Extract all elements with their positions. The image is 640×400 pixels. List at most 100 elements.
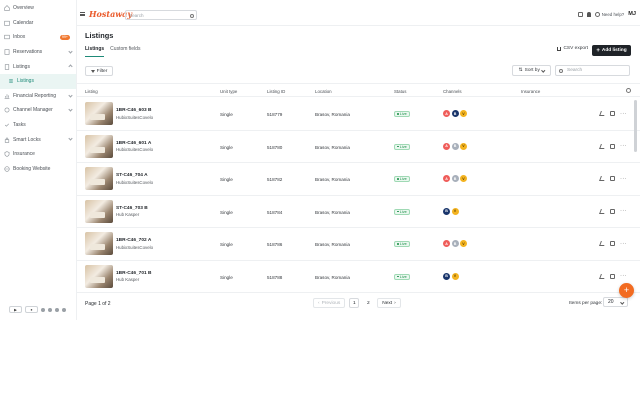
column-header[interactable]: Listing bbox=[85, 89, 98, 94]
column-header[interactable]: Listing ID bbox=[267, 89, 285, 94]
listing-subtitle: Hub Kasper bbox=[116, 212, 140, 217]
calendar-icon[interactable] bbox=[610, 143, 615, 149]
table-row[interactable]: ST-C46_703 B Hub Kasper Single 518784 Br… bbox=[77, 196, 640, 228]
scrollbar[interactable] bbox=[634, 100, 637, 152]
add-listing-button[interactable]: + Add listing bbox=[592, 45, 631, 56]
listing-thumbnail[interactable] bbox=[85, 134, 113, 158]
sidebar-item-booking-website[interactable]: Booking Website bbox=[0, 162, 76, 177]
calendar-icon[interactable] bbox=[610, 176, 615, 181]
calendar-icon[interactable] bbox=[610, 273, 615, 279]
more-icon[interactable]: ··· bbox=[620, 273, 627, 279]
page-1-button[interactable]: 1 bbox=[349, 298, 360, 308]
global-search-input[interactable]: Search bbox=[125, 10, 197, 20]
more-icon[interactable]: ··· bbox=[620, 208, 627, 214]
column-header[interactable]: Unit type bbox=[220, 89, 237, 94]
unit-type: Single bbox=[220, 209, 233, 215]
google-play-button[interactable]: ▶ bbox=[9, 306, 22, 313]
avatar[interactable]: MJ bbox=[628, 11, 636, 17]
facebook-icon[interactable] bbox=[48, 307, 52, 312]
calendar-icon[interactable] bbox=[610, 241, 615, 246]
column-header[interactable]: Insurance bbox=[521, 89, 540, 94]
linkedin-icon[interactable] bbox=[55, 307, 59, 312]
listings-search-input[interactable]: Search bbox=[555, 65, 630, 76]
plus-icon: + bbox=[596, 47, 600, 54]
previous-page-button[interactable]: ‹ Previous bbox=[313, 298, 346, 308]
table-row[interactable]: 1BR-C46_701 B Hub Kasper Single 518788 B… bbox=[77, 261, 640, 293]
sidebar-item-insurance[interactable]: Insurance bbox=[0, 147, 76, 162]
listing-thumbnail[interactable] bbox=[85, 199, 113, 223]
status-dot-icon bbox=[397, 243, 399, 245]
sidebar-item-label: Overview bbox=[13, 5, 34, 12]
csv-export-button[interactable]: CSV export bbox=[557, 46, 588, 51]
items-per-page-select[interactable]: 20 bbox=[603, 297, 628, 307]
filter-button[interactable]: Filter bbox=[85, 66, 113, 76]
edit-icon[interactable] bbox=[599, 111, 606, 116]
sidebar-item-channel-manager[interactable]: Channel Manager bbox=[0, 103, 76, 118]
listing-thumbnail[interactable] bbox=[85, 102, 113, 125]
listing-thumbnail[interactable] bbox=[85, 232, 113, 255]
listing-thumbnail[interactable] bbox=[85, 264, 113, 288]
top-right-actions: Need help? MJ bbox=[578, 11, 636, 17]
listing-name[interactable]: ST-C46_704 A bbox=[116, 173, 148, 178]
help-button[interactable]: Need help? bbox=[595, 11, 624, 17]
listing-name[interactable]: 1BR-C46_603 B bbox=[116, 108, 151, 113]
column-header[interactable]: Location bbox=[315, 89, 332, 94]
tab-custom-fields[interactable]: Custom fields bbox=[110, 46, 140, 57]
app-store-button[interactable]: ● bbox=[25, 306, 38, 313]
sidebar-item-financial-reporting[interactable]: Financial Reporting bbox=[0, 89, 76, 104]
listing-name[interactable]: 1BR-C46_701 B bbox=[116, 271, 151, 276]
table-row[interactable]: 1BR-C46_702 A HubixSuitesCovelo Single 5… bbox=[77, 228, 640, 261]
search-icon bbox=[559, 69, 563, 73]
sidebar-item-listings[interactable]: Listings bbox=[0, 73, 76, 89]
page-2-button[interactable]: 2 bbox=[363, 298, 373, 308]
listing-subtitle: HubixSuitesCovelo bbox=[116, 147, 154, 152]
listing-thumbnail[interactable] bbox=[85, 167, 113, 190]
column-header[interactable]: Channels bbox=[443, 89, 462, 94]
blank-area bbox=[0, 320, 640, 400]
twitter-icon[interactable] bbox=[41, 307, 45, 312]
unit-type: Single bbox=[220, 242, 233, 247]
table-row[interactable]: 1BR-C46_603 B HubixSuitesCovelo Single 5… bbox=[77, 98, 640, 131]
next-page-button[interactable]: Next › bbox=[377, 298, 401, 308]
more-icon[interactable]: ··· bbox=[620, 241, 627, 247]
listing-id: 518780 bbox=[267, 144, 283, 150]
sidebar-item-listings-group[interactable]: Listings bbox=[0, 59, 76, 74]
edit-icon[interactable] bbox=[599, 176, 606, 181]
sidebar-item-overview[interactable]: Overview bbox=[0, 1, 76, 16]
calendar-icon[interactable] bbox=[610, 111, 615, 116]
edit-icon[interactable] bbox=[599, 241, 606, 246]
channel-gray-icon: B bbox=[451, 175, 459, 182]
listing-name[interactable]: 1BR-C46_702 A bbox=[116, 238, 151, 243]
listing-name[interactable]: ST-C46_703 B bbox=[116, 206, 148, 211]
more-icon[interactable]: ··· bbox=[620, 176, 627, 182]
edit-icon[interactable] bbox=[599, 273, 606, 279]
bell-icon[interactable] bbox=[587, 11, 592, 17]
sort-by-dropdown[interactable]: ⇅ Sort by bbox=[512, 65, 551, 76]
listing-name[interactable]: 1BR-C46_601 A bbox=[116, 141, 151, 146]
tab-listings[interactable]: Listings bbox=[85, 46, 105, 57]
sidebar-item-tasks[interactable]: Tasks bbox=[0, 118, 76, 133]
instagram-icon[interactable] bbox=[62, 307, 66, 312]
more-icon[interactable]: ··· bbox=[620, 111, 627, 117]
chat-fab-button[interactable]: + bbox=[619, 283, 634, 298]
menu-icon[interactable] bbox=[80, 12, 85, 16]
edit-icon[interactable] bbox=[599, 208, 606, 214]
more-icon[interactable]: ··· bbox=[620, 143, 627, 149]
table-row[interactable]: 1BR-C46_601 A HubixSuitesCovelo Single 5… bbox=[77, 131, 640, 163]
messages-icon[interactable] bbox=[578, 11, 584, 17]
table-row[interactable]: ST-C46_704 A HubixSuitesCovelo Single 51… bbox=[77, 163, 640, 196]
calendar-icon[interactable] bbox=[610, 208, 615, 214]
channel-booking-icon: B bbox=[451, 110, 459, 117]
sidebar-item-reservations[interactable]: Reservations bbox=[0, 45, 76, 60]
channel-icon bbox=[4, 107, 10, 113]
sidebar-item-calendar[interactable]: Calendar bbox=[0, 16, 76, 31]
sidebar-item-smart-locks[interactable]: Smart Locks bbox=[0, 132, 76, 147]
channel-booking-icon: B bbox=[443, 272, 450, 280]
edit-icon[interactable] bbox=[599, 143, 606, 149]
gear-icon[interactable] bbox=[626, 87, 631, 93]
row-actions: ··· bbox=[599, 176, 627, 182]
column-header[interactable]: Status bbox=[394, 89, 406, 94]
sidebar-item-inbox[interactable]: Inbox 99+ bbox=[0, 30, 76, 45]
filter-icon bbox=[90, 69, 95, 73]
channels: ABV bbox=[443, 142, 467, 150]
